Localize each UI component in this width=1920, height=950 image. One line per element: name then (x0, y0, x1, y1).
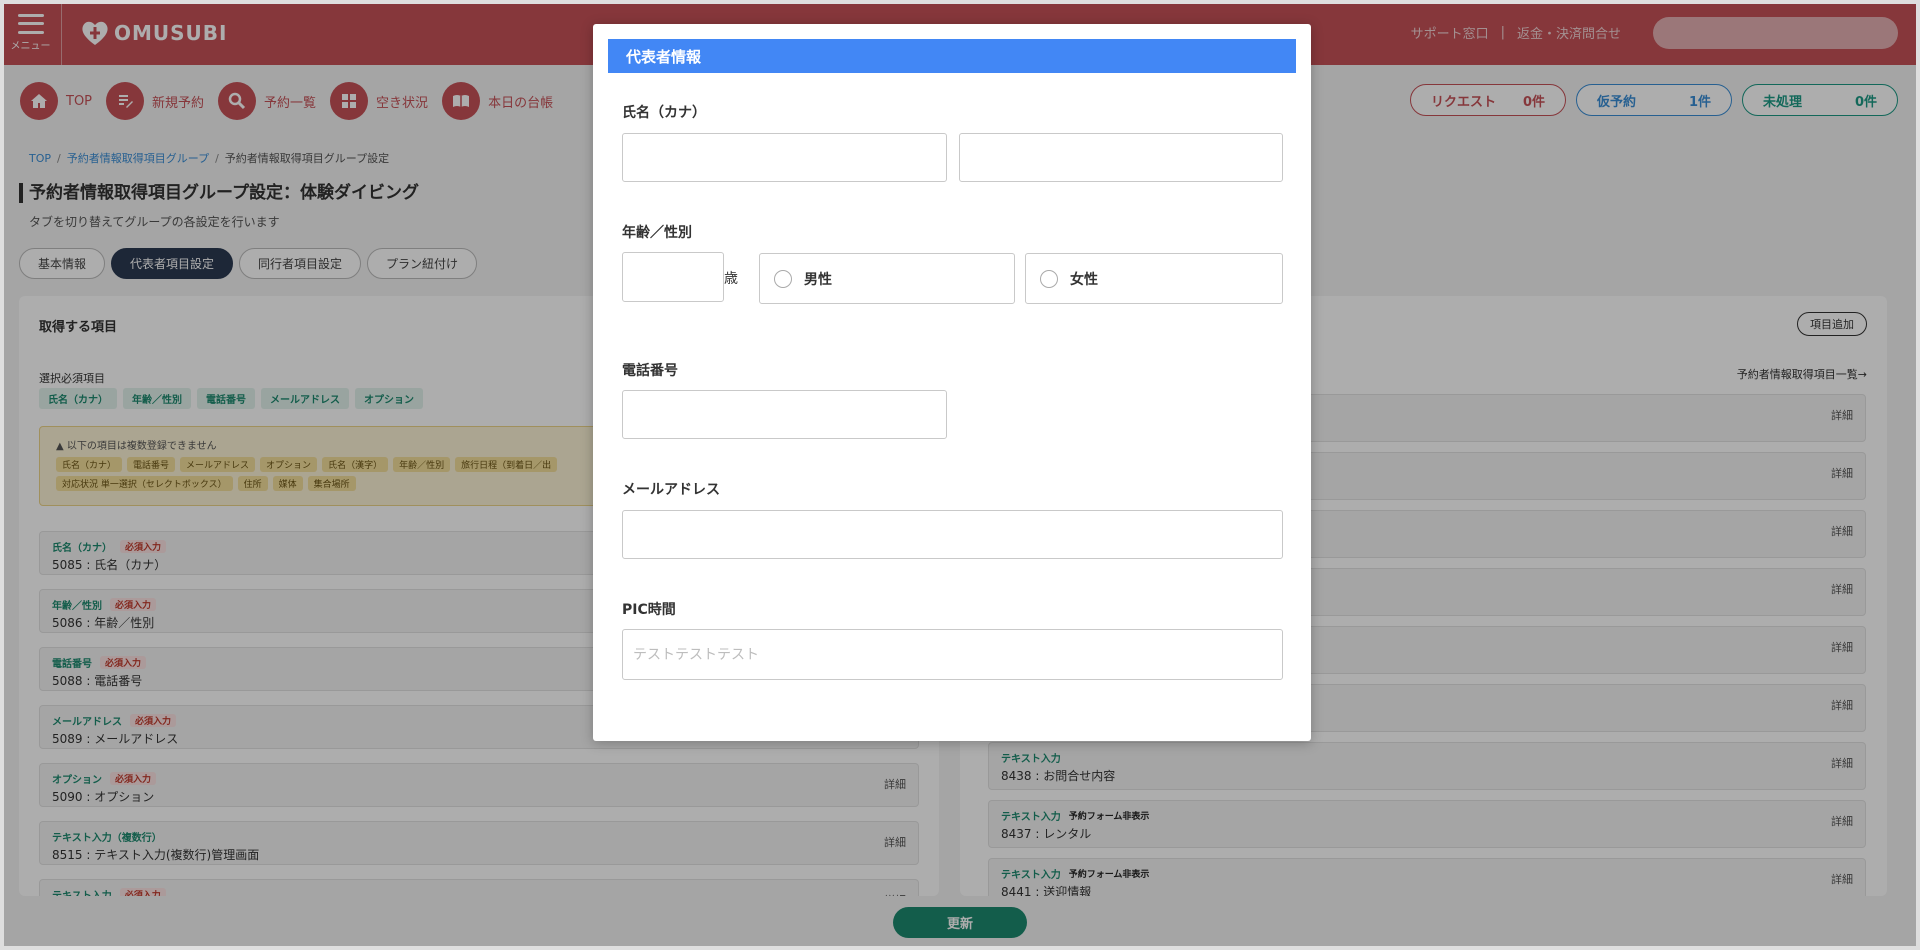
gender-male-label: 男性 (804, 271, 832, 288)
pic-time-input[interactable] (622, 629, 1283, 680)
radio-icon (1040, 269, 1058, 288)
phone-label: 電話番号 (622, 363, 678, 379)
email-label: メールアドレス (622, 482, 720, 498)
radio-icon (774, 269, 792, 288)
name-kana-label: 氏名（カナ） (622, 105, 706, 121)
age-gender-label: 年齢／性別 (622, 225, 692, 241)
representative-preview-modal: 代表者情報 氏名（カナ） 年齢／性別 歳 男性 女性 電話番号 メールアドレス … (593, 24, 1311, 741)
gender-male-option[interactable]: 男性 (759, 253, 1015, 304)
gender-female-option[interactable]: 女性 (1025, 253, 1283, 304)
pic-time-label: PIC時間 (622, 602, 676, 618)
age-unit: 歳 (724, 271, 738, 287)
email-input[interactable] (622, 510, 1283, 559)
last-name-kana-input[interactable] (622, 133, 947, 182)
first-name-kana-input[interactable] (959, 133, 1283, 182)
age-input[interactable] (622, 252, 724, 302)
phone-input[interactable] (622, 390, 947, 439)
gender-female-label: 女性 (1070, 271, 1098, 288)
modal-title: 代表者情報 (608, 39, 1296, 73)
